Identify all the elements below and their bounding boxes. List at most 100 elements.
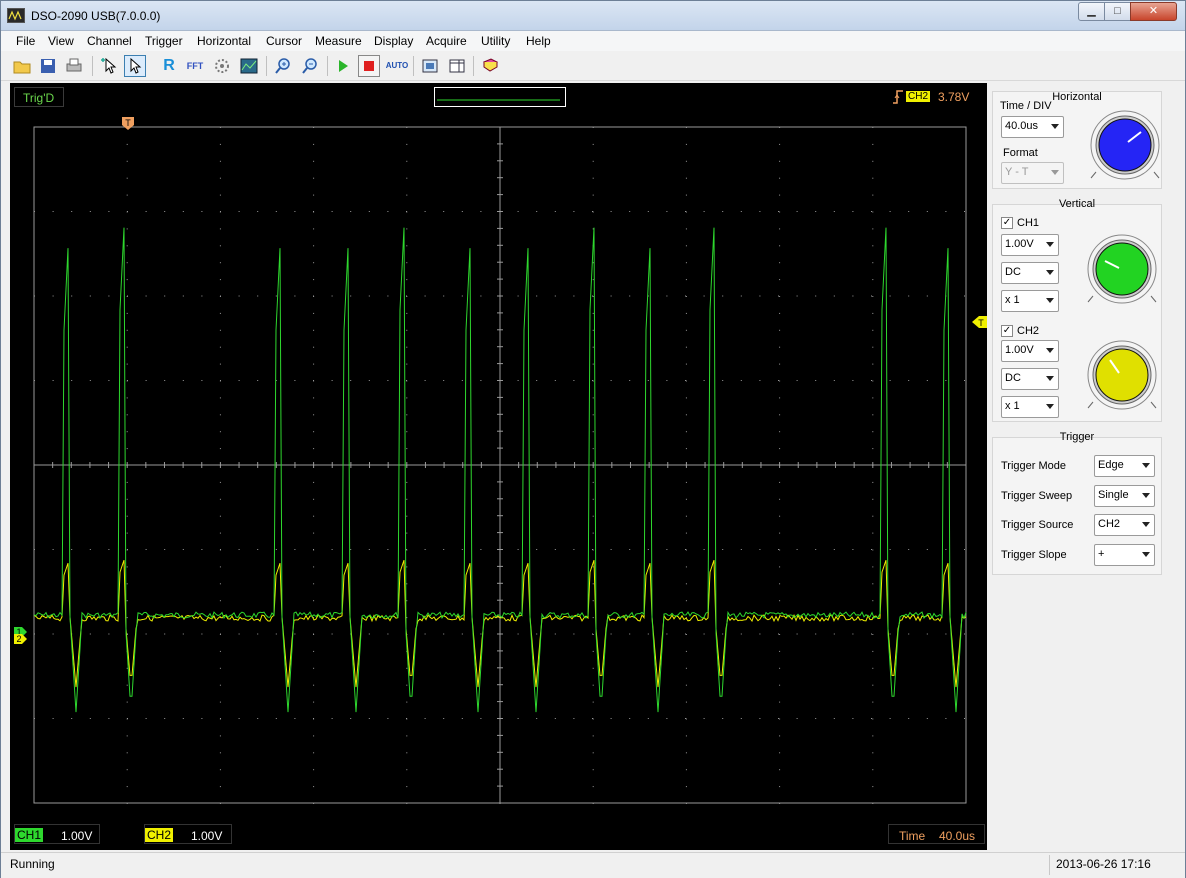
ch2-scale-badge: CH2 1.00V — [144, 824, 232, 844]
trigger-slope-label: Trigger Slope — [1001, 549, 1067, 561]
chevron-down-icon — [1142, 493, 1150, 498]
save-icon[interactable] — [37, 55, 59, 77]
fft-icon[interactable]: FFT — [184, 55, 206, 77]
open-icon[interactable] — [11, 55, 33, 77]
format-label: Format — [1003, 147, 1038, 159]
window-title: DSO-2090 USB(7.0.0.0) — [31, 9, 161, 23]
ch1-enable-checkbox[interactable]: ✓ — [1001, 217, 1013, 229]
trigger-source-label: Trigger Source — [1001, 519, 1074, 531]
app-logo-icon — [7, 8, 25, 23]
rising-edge-icon — [893, 90, 903, 104]
ch2-probe-select[interactable]: x 1 — [1001, 396, 1059, 418]
status-datetime: 2013-06-26 17:16 — [1049, 855, 1183, 875]
trigger-level-value: 3.78V — [938, 90, 970, 104]
svg-text:2: 2 — [16, 634, 21, 644]
ch2-ground-marker[interactable]: 2 — [14, 634, 27, 644]
horizontal-knob[interactable] — [1088, 108, 1162, 182]
ch2-enable-checkbox[interactable]: ✓ — [1001, 325, 1013, 337]
run-icon[interactable] — [332, 55, 354, 77]
menu-bar: File View Channel Trigger Horizontal Cur… — [1, 31, 1185, 51]
chevron-down-icon — [1051, 124, 1059, 129]
chevron-down-icon — [1046, 404, 1054, 409]
menu-horizontal[interactable]: Horizontal — [197, 34, 251, 48]
waveform-screen[interactable]: T T 1 2 — [10, 117, 987, 817]
toolbar-separator — [266, 56, 267, 76]
stop-icon[interactable] — [358, 55, 380, 77]
ch2-coupling-select[interactable]: DC — [1001, 368, 1059, 390]
zoom-out-icon[interactable] — [299, 55, 321, 77]
ch2-label: CH2 — [145, 828, 174, 842]
format-select[interactable]: Y - T — [1001, 162, 1064, 184]
timediv-select[interactable]: 40.0us — [1001, 116, 1064, 138]
maximize-button[interactable]: □ — [1104, 2, 1131, 21]
svg-text:T: T — [125, 118, 131, 128]
waveform-overview[interactable] — [434, 87, 566, 107]
menu-file[interactable]: File — [16, 34, 35, 48]
minimize-button[interactable]: ▁ — [1078, 2, 1105, 21]
trigger-source-select[interactable]: CH2 — [1094, 514, 1155, 536]
menu-display[interactable]: Display — [374, 34, 413, 48]
menu-utility[interactable]: Utility — [481, 34, 510, 48]
reference-icon[interactable]: R — [158, 55, 180, 77]
ch1-volts-knob[interactable] — [1085, 232, 1159, 306]
help-book-icon[interactable] — [479, 55, 501, 77]
ch2-enable-label: CH2 — [1017, 325, 1040, 337]
trigger-mode-select[interactable]: Edge — [1094, 455, 1155, 477]
app-window: DSO-2090 USB(7.0.0.0) ▁ □ ✕ File View Ch… — [0, 0, 1186, 878]
ch2-volts-knob[interactable] — [1085, 338, 1159, 412]
zoom-in-icon[interactable] — [272, 55, 294, 77]
chevron-down-icon — [1051, 170, 1059, 175]
trigger-slope-select[interactable]: + — [1094, 544, 1155, 566]
time-value: 40.0us — [939, 829, 976, 843]
trigger-position-marker[interactable]: T — [122, 117, 134, 130]
panel-icon[interactable] — [446, 55, 468, 77]
menu-measure[interactable]: Measure — [315, 34, 362, 48]
menu-cursor[interactable]: Cursor — [266, 34, 302, 48]
trigger-sweep-select[interactable]: Single — [1094, 485, 1155, 507]
close-button[interactable]: ✕ — [1130, 2, 1177, 21]
trigger-group: Trigger Trigger Mode Edge Trigger Sweep … — [992, 431, 1162, 575]
oscilloscope-display: Trig'D CH2 3.78V T T 1 2 CH1 1.00V CH2 1… — [10, 83, 987, 850]
menu-trigger[interactable]: Trigger — [145, 34, 183, 48]
pointer-icon[interactable] — [124, 55, 146, 77]
ch2-volts-select[interactable]: 1.00V — [1001, 340, 1059, 362]
title-bar: DSO-2090 USB(7.0.0.0) ▁ □ ✕ — [1, 1, 1185, 31]
menu-channel[interactable]: Channel — [87, 34, 132, 48]
math-icon[interactable] — [211, 55, 233, 77]
ch1-volts-select[interactable]: 1.00V — [1001, 234, 1059, 256]
trigger-level-marker[interactable]: T — [972, 316, 987, 328]
timediv-label: Time / DIV — [1000, 100, 1052, 112]
print-icon[interactable] — [63, 55, 85, 77]
horizontal-group: Horizontal Time / DIV 40.0us Format Y - … — [992, 91, 1162, 189]
ch1-scale-badge: CH1 1.00V — [14, 824, 100, 844]
trigger-source-badge: CH2 — [906, 91, 931, 102]
fit-icon[interactable] — [419, 55, 441, 77]
chevron-down-icon — [1142, 522, 1150, 527]
trigger-info: CH2 3.78V — [890, 87, 982, 107]
vertical-title: Vertical — [1058, 198, 1096, 210]
chevron-down-icon — [1046, 348, 1054, 353]
status-bar: Running 2013-06-26 17:16 — [1, 852, 1185, 878]
vertical-group: Vertical ✓ CH1 1.00V DC x 1 ✓ CH2 1.00V … — [992, 198, 1162, 422]
menu-help[interactable]: Help — [526, 34, 551, 48]
auto-icon[interactable]: AUTO — [385, 55, 409, 77]
display-icon[interactable] — [238, 55, 260, 77]
toolbar-separator — [92, 56, 93, 76]
ch1-probe-select[interactable]: x 1 — [1001, 290, 1059, 312]
chevron-down-icon — [1046, 298, 1054, 303]
chevron-down-icon — [1046, 270, 1054, 275]
ch1-coupling-select[interactable]: DC — [1001, 262, 1059, 284]
trigger-status: Trig'D — [14, 87, 64, 107]
chevron-down-icon — [1046, 242, 1054, 247]
chevron-down-icon — [1046, 376, 1054, 381]
chevron-down-icon — [1142, 552, 1150, 557]
menu-view[interactable]: View — [48, 34, 74, 48]
trigger-sweep-label: Trigger Sweep — [1001, 490, 1073, 502]
cursor-select-icon[interactable] — [98, 55, 120, 77]
trigger-mode-label: Trigger Mode — [1001, 460, 1067, 472]
toolbar: R FFT AUTO — [1, 51, 1185, 81]
svg-text:T: T — [978, 318, 984, 328]
ch1-scale-value: 1.00V — [61, 829, 93, 843]
control-panel: Horizontal Time / DIV 40.0us Format Y - … — [987, 83, 1185, 850]
menu-acquire[interactable]: Acquire — [426, 34, 467, 48]
